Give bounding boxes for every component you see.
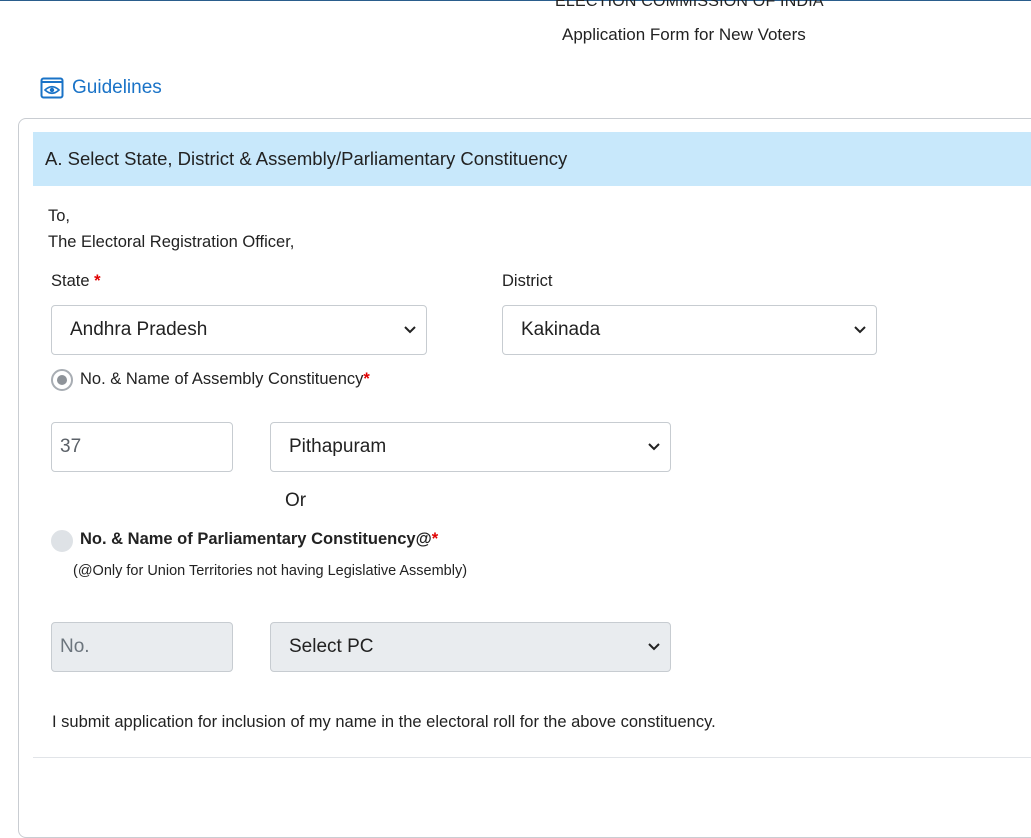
assembly-select[interactable]: Pithapuram — [270, 422, 671, 472]
form-title: Application Form for New Voters — [562, 25, 806, 44]
pc-select-placeholder: Select PC — [289, 636, 374, 657]
assembly-number-value: 37 — [60, 436, 82, 457]
pc-number-placeholder: No. — [60, 636, 90, 657]
assembly-radio[interactable] — [51, 369, 73, 391]
assembly-number-input[interactable]: 37 — [51, 422, 233, 472]
assembly-label: No. & Name of Assembly Constituency* — [80, 370, 370, 388]
section-a-header: A. Select State, District & Assembly/Par… — [33, 132, 1031, 186]
or-separator: Or — [285, 490, 307, 511]
pc-number-input[interactable]: No. — [51, 622, 233, 672]
district-label: District — [502, 272, 553, 290]
top-border-line — [0, 0, 1031, 1]
required-mark: * — [431, 530, 439, 548]
eye-icon — [40, 76, 64, 100]
state-label: State * — [51, 272, 101, 290]
chevron-down-icon — [404, 326, 416, 334]
parliamentary-radio[interactable] — [51, 530, 73, 552]
pc-select[interactable]: Select PC — [270, 622, 671, 672]
parliamentary-label: No. & Name of Parliamentary Constituency… — [80, 530, 439, 548]
district-selected-value: Kakinada — [521, 319, 601, 340]
parliamentary-note: (@Only for Union Territories not having … — [73, 563, 468, 579]
required-mark: * — [94, 272, 101, 290]
to-line: To, — [48, 207, 71, 225]
required-mark: * — [363, 370, 370, 388]
divider — [33, 757, 1031, 758]
chevron-down-icon — [648, 643, 660, 651]
chevron-down-icon — [854, 326, 866, 334]
guidelines-label: Guidelines — [72, 77, 162, 98]
district-select[interactable]: Kakinada — [502, 305, 877, 355]
assembly-selected-value: Pithapuram — [289, 436, 387, 457]
guidelines-link[interactable]: Guidelines — [40, 76, 162, 100]
chevron-down-icon — [648, 443, 660, 451]
officer-line: The Electoral Registration Officer, — [48, 233, 295, 251]
organization-name: ELECTION COMMISSION OF INDIA — [555, 0, 824, 10]
section-a-title: A. Select State, District & Assembly/Par… — [45, 148, 568, 169]
declaration-text: I submit application for inclusion of my… — [52, 713, 716, 731]
state-select[interactable]: Andhra Pradesh — [51, 305, 427, 355]
state-selected-value: Andhra Pradesh — [70, 319, 208, 340]
